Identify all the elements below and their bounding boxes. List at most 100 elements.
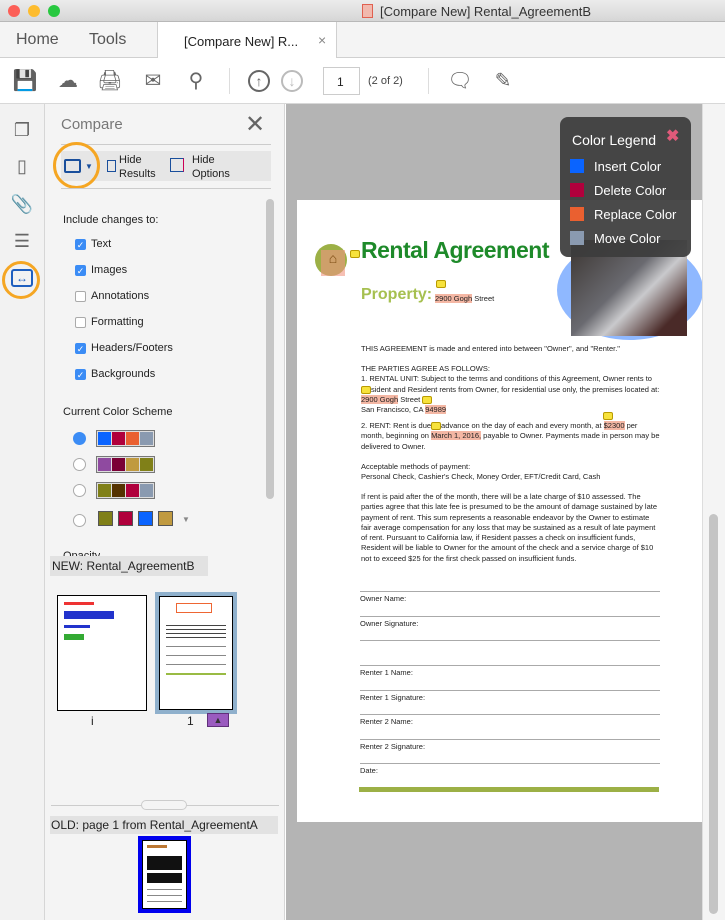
zoom-window-button[interactable] bbox=[48, 5, 60, 17]
compare-options-icon[interactable] bbox=[64, 159, 81, 173]
checkbox-headers-footers[interactable]: ✓ bbox=[75, 343, 86, 354]
legend-swatch bbox=[570, 183, 584, 197]
compare-tool-icon[interactable]: ↔ bbox=[11, 269, 33, 287]
legend-item: Replace Color bbox=[570, 207, 676, 222]
color-scheme-swatch[interactable] bbox=[96, 456, 155, 473]
paragraph: Acceptable methods of payment: Personal C… bbox=[361, 462, 661, 483]
upload-cloud-icon[interactable]: ☁ bbox=[55, 68, 81, 94]
next-page-icon[interactable]: ↓ bbox=[281, 70, 303, 92]
house-icon: ⌂ bbox=[321, 250, 345, 276]
document-area: ⌂ Rental Agreement Property: 2900 Gogh S… bbox=[286, 104, 725, 920]
previous-page-icon[interactable]: ↑ bbox=[248, 70, 270, 92]
dropdown-arrow-icon[interactable]: ▼ bbox=[85, 162, 93, 171]
text: Street bbox=[398, 394, 421, 404]
comment-note-icon[interactable] bbox=[422, 395, 433, 404]
tab-tools[interactable]: Tools bbox=[89, 31, 126, 49]
changed-text: 94989 bbox=[425, 405, 447, 415]
checkbox-backgrounds[interactable]: ✓ bbox=[75, 369, 86, 380]
changed-text: 2900 Gogh bbox=[361, 394, 399, 404]
text: month, beginning on bbox=[361, 431, 432, 441]
layers-icon[interactable]: ☰ bbox=[10, 231, 34, 255]
hide-options-button[interactable]: Hide Options bbox=[192, 153, 230, 181]
label: Hide bbox=[192, 154, 215, 166]
text: sident and Resident rents from Owner, fo… bbox=[371, 384, 660, 394]
comment-icon[interactable]: 🗨 bbox=[447, 68, 473, 94]
footer-bar bbox=[359, 787, 659, 792]
swatch bbox=[98, 458, 111, 471]
comment-note-icon[interactable] bbox=[350, 250, 360, 258]
swatch bbox=[112, 458, 125, 471]
tab-document-label: [Compare New] R... bbox=[184, 34, 299, 49]
text: Acceptable methods of payment: bbox=[361, 462, 471, 471]
new-doc-label: NEW: Rental_AgreementB bbox=[50, 556, 208, 576]
close-legend-icon[interactable]: ✖ bbox=[666, 126, 679, 146]
hide-results-button[interactable]: Hide Results bbox=[119, 153, 156, 181]
move-up-icon[interactable]: ▲ bbox=[207, 713, 229, 727]
color-swatch[interactable] bbox=[158, 511, 173, 526]
color-swatch[interactable] bbox=[118, 511, 133, 526]
checkbox-formatting[interactable] bbox=[75, 317, 86, 328]
left-rail: ❐ ▯ 📎 ☰ ↔ bbox=[0, 104, 45, 920]
comment-note-icon[interactable] bbox=[603, 412, 613, 420]
paragraph: THIS AGREEMENT is made and entered into … bbox=[361, 344, 620, 353]
close-tab-icon[interactable]: × bbox=[318, 32, 326, 48]
print-icon[interactable]: 🖨 bbox=[97, 68, 123, 94]
form-field: Date: bbox=[360, 763, 660, 775]
close-panel-icon[interactable]: ✕ bbox=[245, 110, 265, 139]
save-icon[interactable]: 💾 bbox=[12, 68, 38, 94]
color-scheme-radio[interactable] bbox=[73, 432, 86, 445]
form-field: Renter 1 Name: bbox=[360, 665, 660, 677]
bookmark-icon[interactable]: ▯ bbox=[10, 156, 34, 180]
thumbnail-page-i[interactable] bbox=[57, 595, 147, 711]
form-field: Renter 2 Signature: bbox=[360, 739, 660, 751]
highlight-pen-icon[interactable]: ✎ bbox=[490, 68, 516, 94]
checkbox-text[interactable]: ✓ bbox=[75, 239, 86, 250]
legend-item: Insert Color bbox=[570, 159, 661, 174]
comment-note-icon[interactable] bbox=[431, 422, 442, 431]
legend-item: Move Color bbox=[570, 231, 660, 246]
hide-results-icon bbox=[107, 160, 116, 172]
comment-note-icon[interactable] bbox=[436, 280, 446, 288]
text: advance on the day of each and every mon… bbox=[441, 421, 604, 430]
thumbnail-page-1[interactable] bbox=[155, 592, 237, 714]
property-label: Property: bbox=[361, 286, 433, 303]
panel-scrollbar[interactable] bbox=[266, 199, 274, 499]
text: per bbox=[624, 421, 638, 430]
scheme-dropdown-icon[interactable]: ▼ bbox=[182, 515, 190, 524]
checkbox-images[interactable]: ✓ bbox=[75, 265, 86, 276]
scrollbar-thumb[interactable] bbox=[709, 514, 718, 914]
color-scheme-swatch[interactable] bbox=[96, 430, 155, 447]
color-scheme-radio[interactable] bbox=[73, 484, 86, 497]
color-swatch[interactable] bbox=[98, 511, 113, 526]
swatch bbox=[140, 432, 153, 445]
document-page: ⌂ Rental Agreement Property: 2900 Gogh S… bbox=[297, 200, 703, 822]
swatch bbox=[112, 432, 125, 445]
form-field: Renter 1 Signature: bbox=[360, 690, 660, 702]
attachment-icon[interactable]: 📎 bbox=[10, 194, 34, 218]
color-scheme-swatch[interactable] bbox=[96, 482, 155, 499]
color-scheme-radio[interactable] bbox=[73, 458, 86, 471]
close-window-button[interactable] bbox=[8, 5, 20, 17]
checkbox-annotations[interactable] bbox=[75, 291, 86, 302]
divider bbox=[229, 68, 230, 94]
tab-home[interactable]: Home bbox=[16, 31, 59, 49]
checkbox-label: Backgrounds bbox=[91, 368, 156, 380]
document-scrollbar[interactable] bbox=[702, 104, 725, 920]
pages-icon[interactable]: ❐ bbox=[10, 120, 34, 144]
split-handle[interactable] bbox=[141, 800, 187, 810]
search-icon[interactable]: ⚲ bbox=[183, 68, 209, 94]
checkbox-label: Text bbox=[91, 238, 112, 250]
compare-panel: Compare ✕ ▼ Hide Results Hide Options Incl… bbox=[45, 104, 285, 920]
comment-note-icon[interactable] bbox=[361, 385, 371, 394]
color-swatch[interactable] bbox=[138, 511, 153, 526]
swatch bbox=[140, 484, 153, 497]
email-icon[interactable]: ✉ bbox=[140, 68, 166, 94]
minimize-window-button[interactable] bbox=[28, 5, 40, 17]
page-number-input[interactable]: 1 bbox=[323, 67, 360, 95]
thumbnail-old-page-1[interactable] bbox=[138, 836, 191, 913]
color-scheme-radio[interactable] bbox=[73, 514, 86, 527]
tab-document[interactable]: [Compare New] R... × bbox=[157, 22, 337, 59]
toolbar: 💾 ☁ 🖨 ✉ ⚲ ↑ ↓ 1 (2 of 2) 🗨 ✎ bbox=[0, 58, 725, 104]
title-bar: [Compare New] Rental_AgreementB bbox=[0, 0, 725, 22]
form-field: Renter 2 Name: bbox=[360, 714, 660, 726]
